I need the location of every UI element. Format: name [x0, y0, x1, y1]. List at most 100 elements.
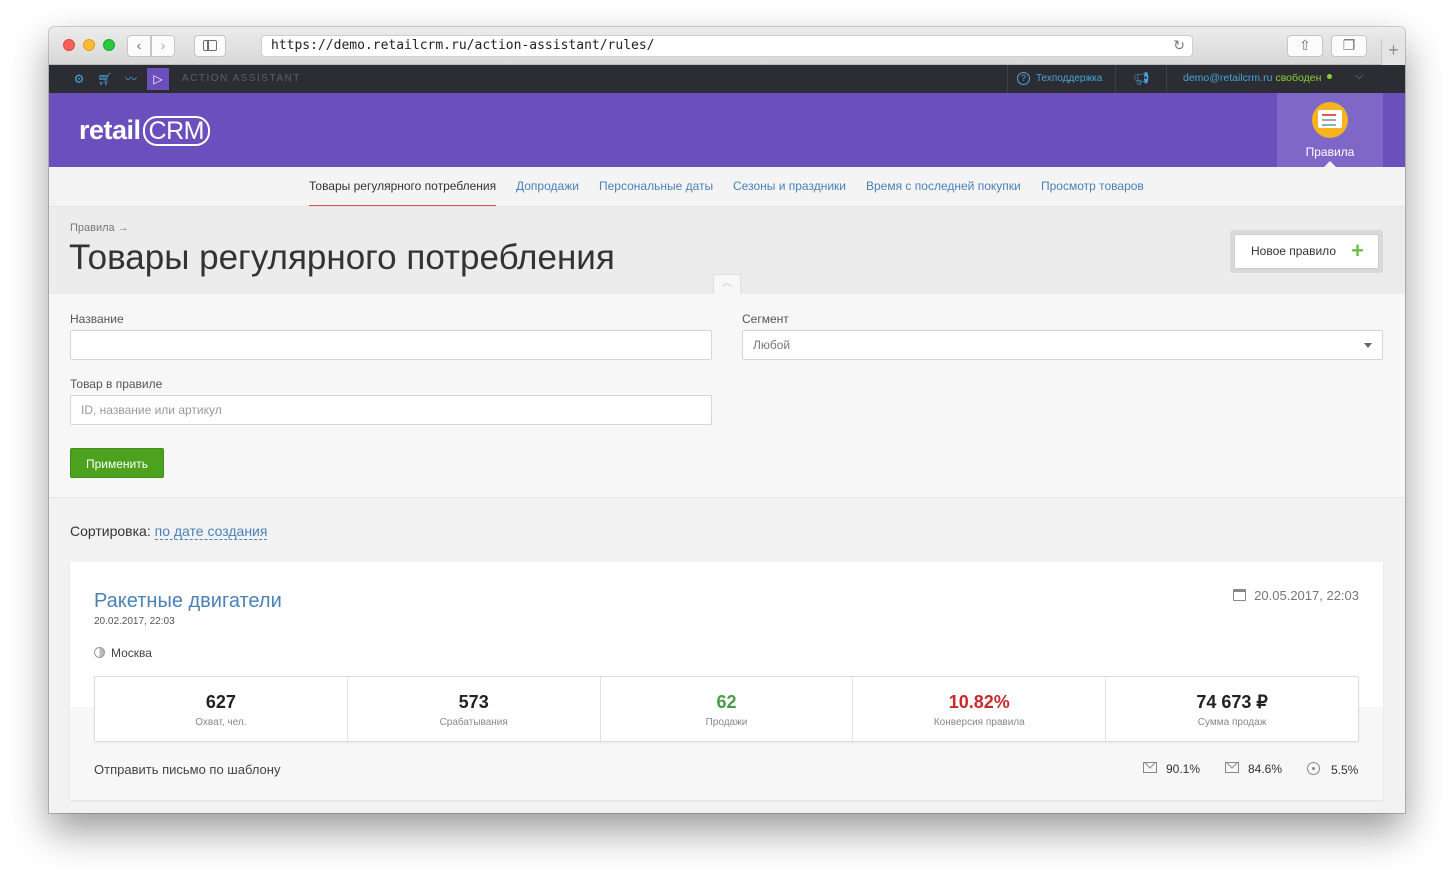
app-label: ACTION ASSISTANT: [182, 73, 301, 84]
stat-value: 573: [458, 692, 489, 712]
stat-reach: 627 Охват, чел.: [95, 677, 348, 741]
topbar-divider: [1166, 65, 1167, 93]
support-label: Техподдержка: [1036, 73, 1103, 84]
share-button[interactable]: ⇧: [1287, 35, 1323, 57]
close-window-button[interactable]: [63, 39, 75, 51]
name-label: Название: [70, 312, 124, 326]
stat-label: Срабатывания: [439, 717, 508, 728]
plus-icon: +: [1388, 40, 1399, 60]
target-icon: [1307, 762, 1320, 775]
segment-name: Москва: [111, 646, 152, 660]
product-input[interactable]: ID, название или артикул: [70, 395, 712, 425]
sidebar-toggle-button[interactable]: [194, 35, 226, 57]
rule-stats: 627 Охват, чел. 573 Срабатывания 62 Продажи…: [94, 676, 1359, 742]
address-bar[interactable]: https://demo.retailcrm.ru/action-assista…: [261, 35, 1193, 57]
segment-value: Любой: [753, 338, 791, 352]
back-button[interactable]: ‹: [127, 35, 151, 57]
metric-clicked: 5.5%: [1307, 762, 1358, 777]
rule-segment: Москва: [94, 646, 152, 660]
page-title: Товары регулярного потребления: [69, 238, 615, 277]
mail-open-icon: [1225, 762, 1239, 773]
tab-regular-goods[interactable]: Товары регулярного потребления: [309, 179, 497, 206]
crm-topbar: ⚙ 🛒︎ 〰 ▷ ACTION ASSISTANT ? Техподдержка …: [49, 65, 1405, 93]
topbar-divider: [1115, 65, 1116, 93]
tab-personal-dates[interactable]: Персональные даты: [599, 179, 713, 193]
url-text: https://demo.retailcrm.ru/action-assista…: [271, 38, 655, 53]
tab-seasons-holidays[interactable]: Сезоны и праздники: [733, 179, 846, 193]
stat-label: Продажи: [705, 717, 748, 728]
rule-created-date: 20.02.2017, 22:03: [94, 616, 175, 627]
product-label: Товар в правиле: [70, 377, 163, 391]
action-assistant-icon[interactable]: ▷: [147, 68, 169, 90]
new-rule-wrapper: Новое правило +: [1230, 230, 1383, 273]
metric-opened-value: 84.6%: [1248, 762, 1283, 776]
chevron-down-icon[interactable]: ⌵: [1355, 70, 1363, 83]
stat-label: Охват, чел.: [195, 717, 247, 728]
segment-select[interactable]: Любой: [742, 330, 1383, 360]
stat-revenue: 74 673 ₽ Сумма продаж: [1106, 677, 1358, 741]
new-rule-button[interactable]: Новое правило +: [1234, 234, 1379, 269]
tabs-icon: ❐: [1342, 37, 1356, 53]
metric-opened: 84.6%: [1225, 762, 1282, 776]
chevron-right-icon: ›: [160, 37, 166, 53]
rule-type-tabs: Товары регулярного потребления Допродажи…: [49, 167, 1405, 207]
rule-updated-date: 20.05.2017, 22:03: [1233, 588, 1359, 603]
rules-document-icon: [1312, 102, 1348, 138]
filter-panel: Название Сегмент Любой Товар в правиле I…: [49, 294, 1405, 498]
caret-down-icon: [1364, 343, 1372, 348]
settings-gear-icon[interactable]: ⚙: [71, 71, 87, 87]
crm-header: retail CRM Правила: [49, 93, 1405, 167]
user-menu[interactable]: demo@retailcrm.ru свободен: [1183, 72, 1333, 84]
minimize-window-button[interactable]: [83, 39, 95, 51]
share-icon: ⇧: [1299, 37, 1311, 53]
rules-tile-label: Правила: [1305, 145, 1355, 159]
user-status: свободен: [1275, 72, 1322, 84]
new-rule-label: Новое правило: [1251, 244, 1336, 258]
stat-value: 627: [205, 692, 236, 712]
megaphone-icon[interactable]: 📢︎: [1133, 71, 1150, 87]
mail-icon: [1143, 762, 1157, 773]
metric-delivered: 90.1%: [1143, 762, 1200, 776]
stat-label: Конверсия правила: [933, 717, 1025, 728]
sorting-control: Сортировка: по дате создания: [70, 523, 268, 540]
apply-button[interactable]: Применить: [70, 448, 164, 478]
tab-upsell[interactable]: Допродажи: [516, 179, 579, 193]
collapse-filters-button[interactable]: ︿: [713, 274, 741, 294]
rule-updated-text: 20.05.2017, 22:03: [1254, 588, 1359, 603]
stat-sales: 62 Продажи: [601, 677, 854, 741]
segment-label: Сегмент: [742, 312, 789, 326]
page-header: Правила → Товары регулярного потребления…: [49, 207, 1405, 294]
rules-tile[interactable]: Правила: [1277, 93, 1383, 167]
tab-product-views[interactable]: Просмотр товаров: [1041, 179, 1144, 193]
support-link[interactable]: ? Техподдержка: [1017, 72, 1102, 85]
status-dot-icon: [1327, 74, 1333, 79]
chevron-left-icon: ‹: [136, 37, 142, 53]
stat-conversion: 10.82% Конверсия правила: [853, 677, 1107, 741]
cart-icon[interactable]: 🛒︎: [97, 71, 113, 87]
tab-time-since-purchase[interactable]: Время с последней покупки: [866, 179, 1021, 193]
user-email: demo@retailcrm.ru: [1183, 72, 1273, 84]
stat-label: Сумма продаж: [1197, 717, 1267, 728]
reload-icon[interactable]: ↻: [1173, 36, 1185, 56]
sorting-label: Сортировка:: [70, 523, 151, 539]
breadcrumb[interactable]: Правила →: [70, 222, 129, 234]
rule-name-link[interactable]: Ракетные двигатели: [94, 590, 282, 613]
metric-delivered-value: 90.1%: [1166, 762, 1201, 776]
retailcrm-logo[interactable]: retail CRM: [79, 115, 210, 146]
chevron-up-icon: ︿: [722, 278, 732, 289]
logo-text: retail: [79, 115, 141, 145]
analytics-chart-icon[interactable]: 〰: [123, 71, 139, 87]
show-tabs-button[interactable]: ❐: [1331, 35, 1367, 57]
segment-pie-icon: [94, 647, 105, 658]
metric-clicked-value: 5.5%: [1331, 763, 1359, 777]
forward-button[interactable]: ›: [151, 35, 175, 57]
name-input[interactable]: [70, 330, 712, 360]
rule-action: Отправить письмо по шаблону: [94, 762, 281, 777]
zoom-window-button[interactable]: [103, 39, 115, 51]
sort-by-link[interactable]: по дате создания: [154, 523, 268, 540]
logo-crm-text: CRM: [142, 116, 210, 146]
stat-triggers: 573 Срабатывания: [348, 677, 601, 741]
help-circle-icon: ?: [1017, 72, 1030, 85]
browser-window: ‹ › https://demo.retailcrm.ru/action-ass…: [49, 27, 1405, 813]
new-tab-button[interactable]: +: [1381, 39, 1405, 65]
